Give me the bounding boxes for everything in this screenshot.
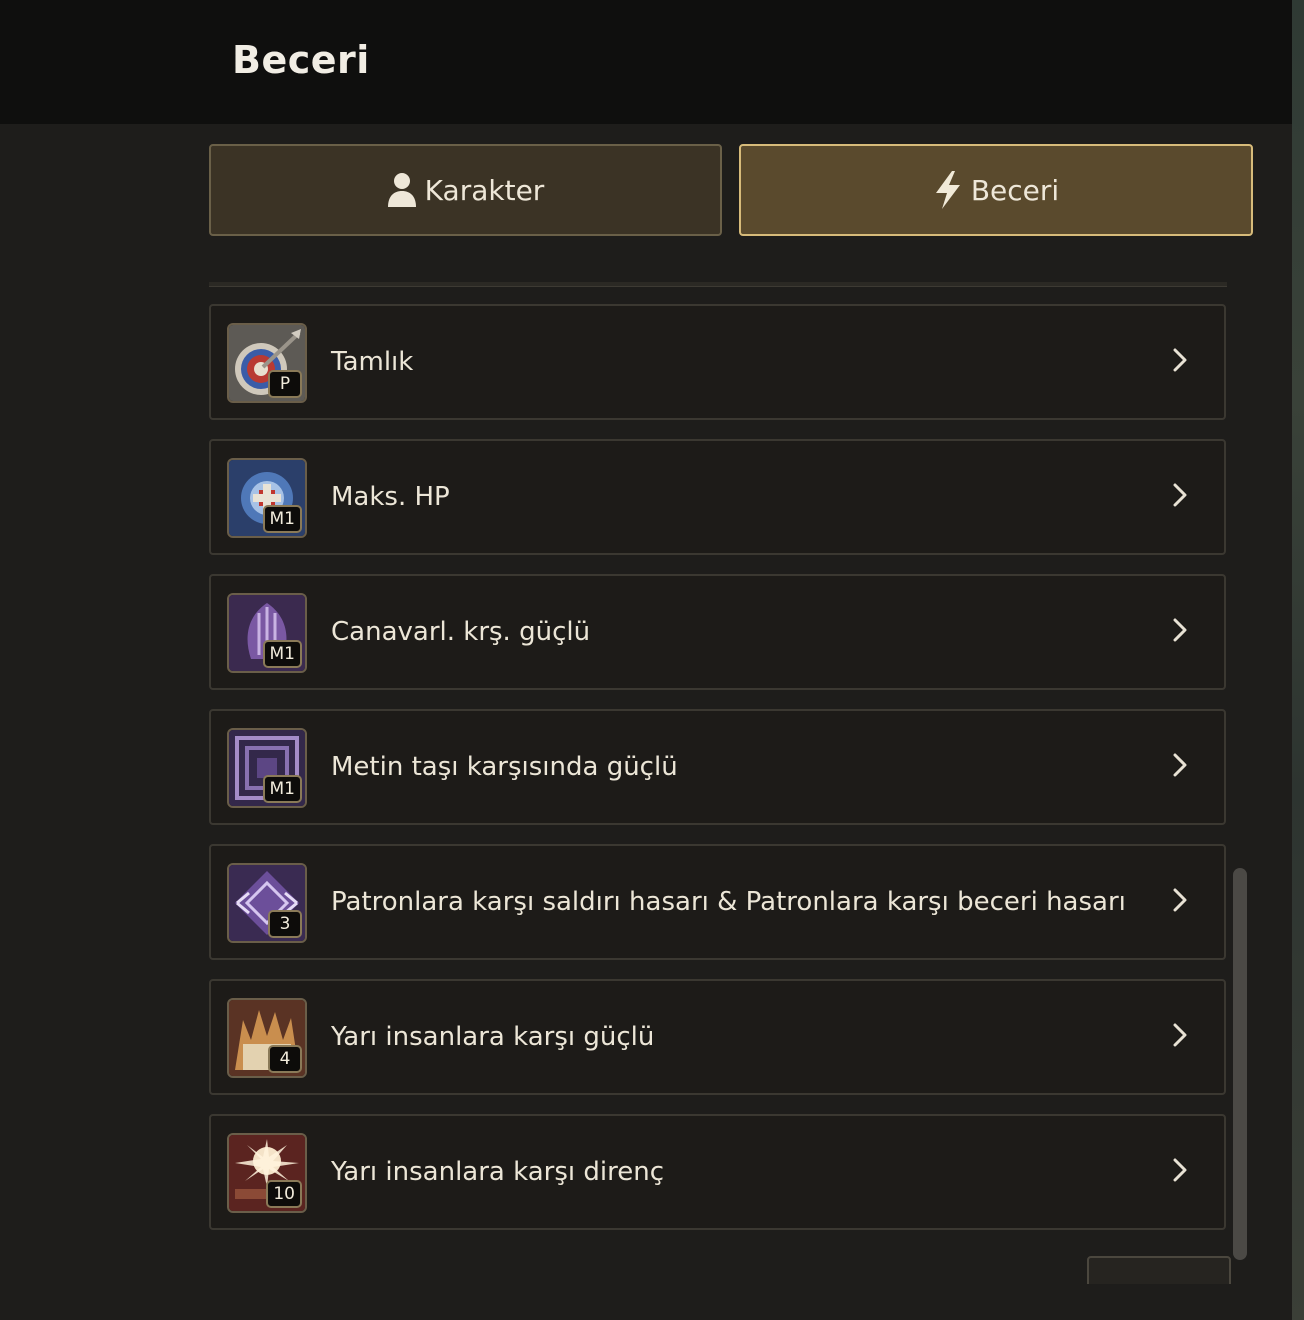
- skill-name: Tamlık: [331, 347, 414, 377]
- list-item[interactable]: M1 Canavarl. krş. güçlü: [209, 574, 1226, 690]
- max-hp-icon: M1: [227, 458, 307, 538]
- header-bar: Beceri: [0, 0, 1292, 124]
- chevron-right-icon: [1173, 483, 1187, 507]
- scrollbar-thumb[interactable]: [1233, 868, 1247, 1260]
- chevron-right-icon: [1173, 348, 1187, 372]
- skill-level-badge: 3: [268, 910, 302, 938]
- skill-list[interactable]: P Tamlık M1 Maks. HP M1 Canavarl. krş. g…: [205, 240, 1250, 1284]
- tab-beceri[interactable]: Beceri: [739, 144, 1253, 236]
- tab-karakter-label: Karakter: [424, 173, 545, 207]
- game-background-strip: [1292, 0, 1304, 1320]
- skill-level-badge: M1: [262, 775, 302, 803]
- chevron-right-icon: [1173, 753, 1187, 777]
- skill-level-badge: M1: [262, 505, 302, 533]
- skill-level-badge: 10: [266, 1180, 302, 1208]
- page-title: Beceri: [232, 38, 370, 82]
- chevron-right-icon: [1173, 1158, 1187, 1182]
- skill-name: Yarı insanlara karşı güçlü: [331, 1022, 655, 1052]
- skill-level-badge: P: [268, 370, 302, 398]
- boss-damage-icon: 3: [227, 863, 307, 943]
- list-item[interactable]: M1 Maks. HP: [209, 439, 1226, 555]
- skill-level-badge: M1: [262, 640, 302, 668]
- person-icon: [387, 172, 417, 208]
- lightning-icon: [933, 170, 963, 210]
- target-icon: P: [227, 323, 307, 403]
- list-item[interactable]: M1 Metin taşı karşısında güçlü: [209, 709, 1226, 825]
- chevron-right-icon: [1173, 618, 1187, 642]
- half-human-resist-icon: 10: [227, 1133, 307, 1213]
- chevron-right-icon: [1173, 888, 1187, 912]
- list-divider: [209, 282, 1227, 287]
- tab-karakter[interactable]: Karakter: [209, 144, 722, 236]
- list-item[interactable]: P Tamlık: [209, 304, 1226, 420]
- skill-name: Patronlara karşı saldırı hasarı & Patron…: [331, 887, 1126, 917]
- bottom-edge: [0, 1284, 1292, 1320]
- skill-name: Maks. HP: [331, 482, 450, 512]
- tab-beceri-label: Beceri: [970, 173, 1060, 207]
- list-item[interactable]: 10 Yarı insanlara karşı direnç: [209, 1114, 1226, 1230]
- metin-stone-icon: M1: [227, 728, 307, 808]
- chevron-right-icon: [1173, 1023, 1187, 1047]
- list-item[interactable]: 4 Yarı insanlara karşı güçlü: [209, 979, 1226, 1095]
- monster-strong-icon: M1: [227, 593, 307, 673]
- skill-name: Canavarl. krş. güçlü: [331, 617, 591, 647]
- half-human-strong-icon: 4: [227, 998, 307, 1078]
- list-item[interactable]: 3 Patronlara karşı saldırı hasarı & Patr…: [209, 844, 1226, 960]
- skill-name: Yarı insanlara karşı direnç: [331, 1157, 664, 1187]
- skill-level-badge: 4: [268, 1045, 302, 1073]
- skill-name: Metin taşı karşısında güçlü: [331, 752, 678, 782]
